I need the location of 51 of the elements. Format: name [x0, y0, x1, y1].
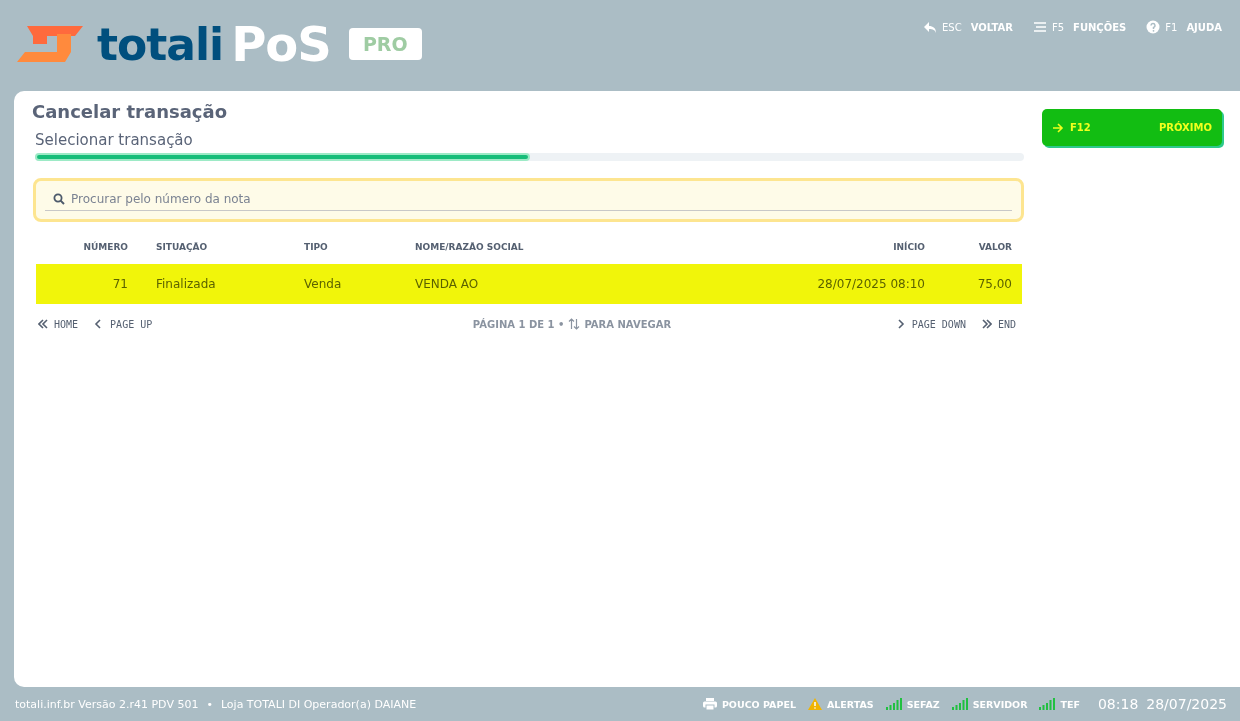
column-header: TIPO — [304, 238, 415, 264]
clock-time: 08:18 — [1097, 696, 1139, 712]
warning-icon — [807, 698, 822, 710]
brand-name: totali — [97, 18, 224, 70]
product-name: PoS — [231, 16, 331, 72]
table-cell: 28/07/2025 08:10 — [725, 264, 925, 304]
separator-dot: • — [206, 697, 213, 711]
search-field[interactable]: Procurar pelo número da nota — [33, 178, 1024, 222]
page-up-button[interactable]: PAGE UP — [94, 318, 153, 330]
table-cell: 75,00 — [925, 264, 1022, 304]
page-info: PÁGINA 1 DE 1 • — [472, 318, 565, 330]
chevron-right-icon — [895, 319, 906, 329]
back-arrow-icon — [923, 20, 937, 34]
shortcut-key: F12 — [1070, 122, 1091, 133]
status-label: TEF — [1060, 698, 1080, 710]
right-arrow-icon — [1052, 121, 1064, 134]
store-operator-info: Loja TOTALI DI Operador(a) DAIANE — [220, 697, 417, 711]
clock-date: 28/07/2025 — [1146, 696, 1227, 712]
status-label: POUCO PAPEL — [721, 698, 796, 710]
menu-icon — [1032, 20, 1047, 34]
double-chevron-right-icon — [981, 319, 992, 329]
page-down-button[interactable]: PAGE DOWN — [895, 318, 966, 330]
table-cell: Venda — [304, 264, 415, 304]
double-chevron-left-icon — [38, 319, 48, 329]
status-label: ALERTAS — [826, 698, 874, 710]
signal-bars-icon — [1039, 698, 1056, 710]
column-header: NÚMERO — [36, 238, 156, 264]
signal-bars-icon — [951, 698, 968, 710]
search-input[interactable]: Procurar pelo número da nota — [71, 192, 1004, 206]
column-header: NOME/RAZÃO SOCIAL — [415, 238, 725, 264]
status-label: SEFAZ — [906, 698, 940, 710]
column-header: SITUAÇÃO — [156, 238, 304, 264]
home-button[interactable]: HOME — [38, 318, 79, 330]
column-header: VALOR — [925, 238, 1022, 264]
status-label: SERVIDOR — [972, 698, 1028, 710]
edition-badge: PRO — [348, 28, 422, 60]
table-cell: VENDA AO — [415, 264, 725, 304]
search-icon — [53, 193, 65, 205]
signal-bars-icon — [885, 698, 902, 710]
printer-icon — [702, 698, 717, 710]
navigation-hint: PARA NAVEGAR — [584, 318, 672, 330]
version-info: totali.inf.br Versão 2.r41 PDV 501 — [15, 697, 199, 711]
button-label: PRÓXIMO — [1158, 122, 1212, 133]
column-header: INÍCIO — [725, 238, 925, 264]
step-label: Selecionar transação — [35, 131, 194, 149]
help-icon — [1146, 20, 1161, 34]
table-cell: 71 — [36, 264, 156, 304]
page-title: Cancelar transação — [32, 101, 228, 122]
up-down-arrows-icon — [568, 318, 581, 330]
table-cell: Finalizada — [156, 264, 304, 304]
end-button[interactable]: END — [981, 318, 1016, 330]
